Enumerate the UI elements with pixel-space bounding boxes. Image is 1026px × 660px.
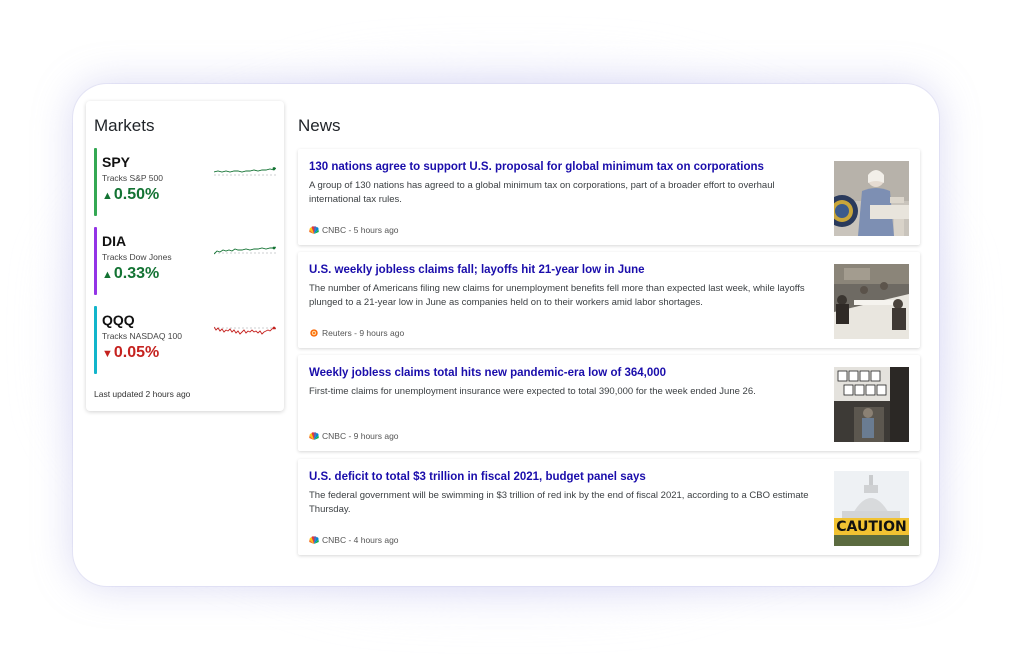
arrow-down-icon: ▼ [102,348,113,360]
news-title: News [298,116,341,135]
ticker-change: ▼0.05% [102,344,160,361]
article-thumbnail[interactable] [834,367,909,442]
article-source: CNBC - 4 hours ago [309,535,399,545]
cnbc-peacock-icon [309,226,319,234]
arrow-up-icon: ▲ [102,269,113,281]
ticker-symbol: DIA [102,233,127,249]
ticker-dia[interactable]: DIA Tracks Dow Jones ▲0.33% [94,227,280,295]
ticker-description: Tracks NASDAQ 100 [102,331,182,341]
ticker-color-bar [94,148,97,216]
cnbc-peacock-icon [309,536,319,544]
cnbc-peacock-icon [309,432,319,440]
last-updated-text: Last updated 2 hours ago [94,389,191,399]
article-summary: The number of Americans filing new claim… [309,283,805,308]
sparkline-chart [214,246,276,255]
ticker-spy[interactable]: SPY Tracks S&P 500 ▲0.50% [94,148,280,216]
article-source: Reuters - 9 hours ago [309,328,404,338]
article-source: CNBC - 9 hours ago [309,431,399,441]
article-thumbnail[interactable] [834,161,909,236]
article-thumbnail[interactable]: CAUTION [834,471,909,546]
ticker-qqq[interactable]: QQQ Tracks NASDAQ 100 ▼0.05% [94,306,280,374]
article-headline[interactable]: 130 nations agree to support U.S. propos… [309,161,819,173]
ticker-color-bar [94,227,97,295]
ticker-symbol: QQQ [102,312,135,328]
reuters-icon [310,329,318,337]
ticker-description: Tracks S&P 500 [102,173,163,183]
sparkline-chart [214,167,276,176]
article-thumbnail[interactable] [834,264,909,339]
ticker-color-bar [94,306,97,374]
news-article[interactable]: U.S. deficit to total $3 trillion in fis… [298,459,920,555]
article-source: CNBC - 5 hours ago [309,225,399,235]
sparkline-chart [214,326,276,335]
news-article[interactable]: Weekly jobless claims total hits new pan… [298,355,920,451]
article-headline[interactable]: U.S. deficit to total $3 trillion in fis… [309,471,819,483]
arrow-up-icon: ▲ [102,190,113,202]
news-article[interactable]: U.S. weekly jobless claims fall; layoffs… [298,252,920,348]
article-headline[interactable]: U.S. weekly jobless claims fall; layoffs… [309,264,819,276]
markets-title: Markets [94,116,155,135]
article-summary: The federal government will be swimming … [309,490,809,515]
news-article[interactable]: 130 nations agree to support U.S. propos… [298,149,920,245]
article-headline[interactable]: Weekly jobless claims total hits new pan… [309,367,819,379]
ticker-change: ▲0.33% [102,265,160,282]
ticker-change: ▲0.50% [102,186,160,203]
ticker-description: Tracks Dow Jones [102,252,172,262]
article-summary: First-time claims for unemployment insur… [309,386,756,397]
article-summary: A group of 130 nations has agreed to a g… [309,180,775,205]
caution-tape-text: CAUTION [836,519,906,535]
ticker-symbol: SPY [102,154,131,170]
markets-panel: Markets SPY Tracks S&P 500 ▲0.50% DIA Tr… [86,101,284,411]
